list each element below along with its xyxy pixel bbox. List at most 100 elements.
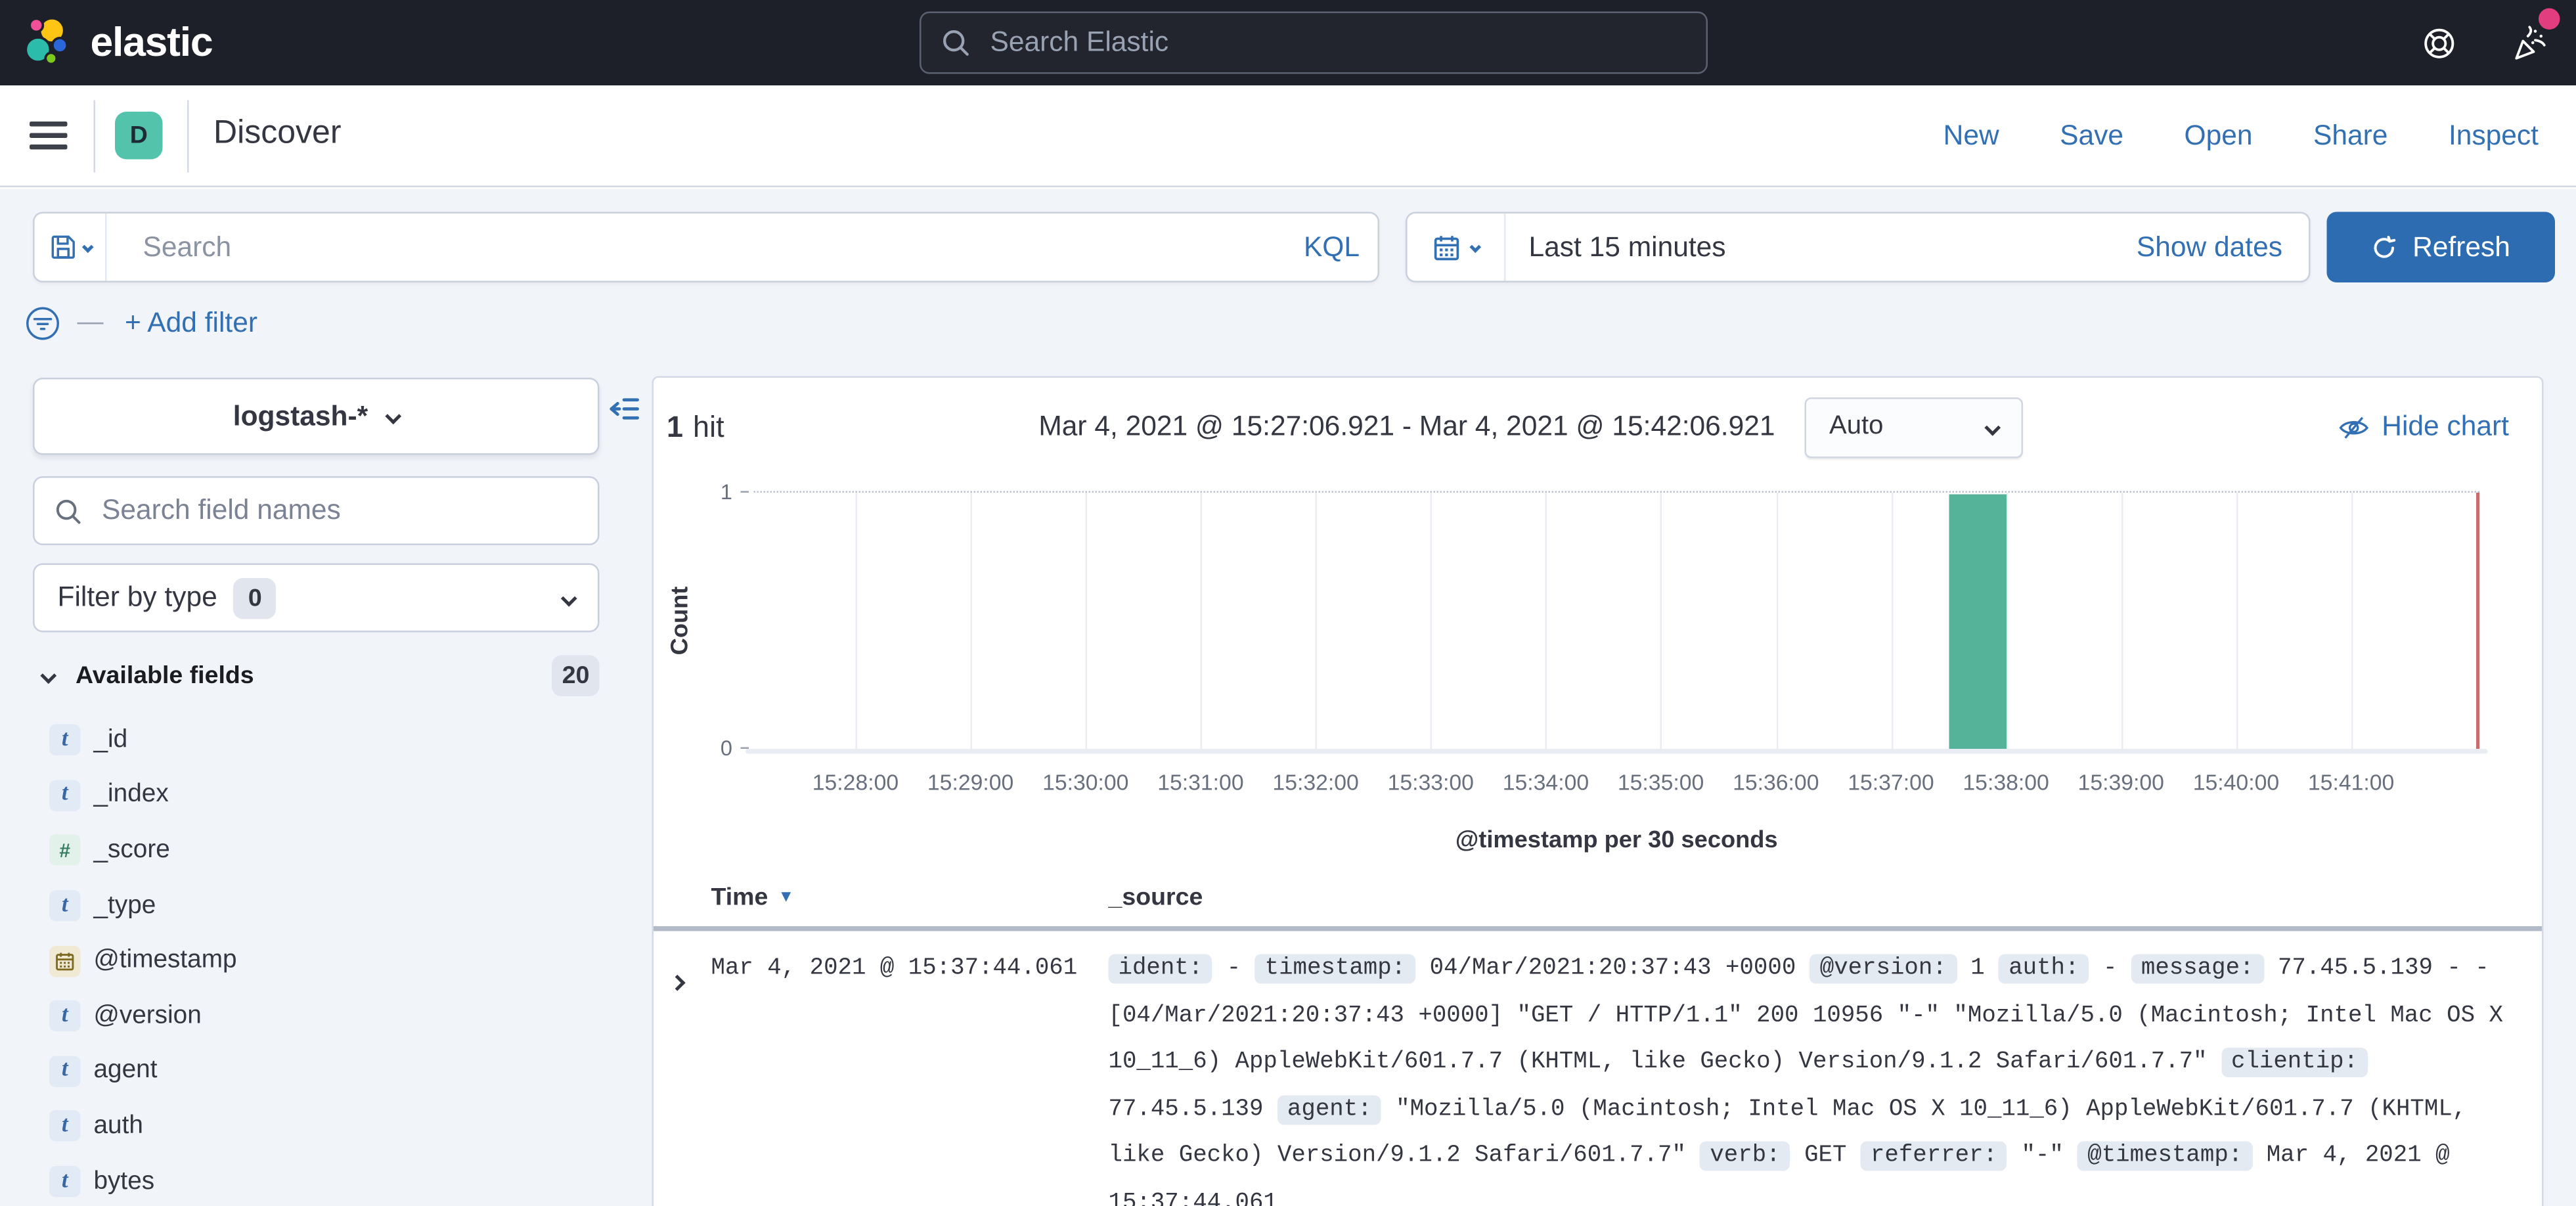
field-search-box[interactable] xyxy=(33,476,600,545)
string-field-icon: t xyxy=(49,1111,81,1142)
source-field-badge: verb: xyxy=(1700,1142,1790,1171)
chevron-down-icon xyxy=(40,667,56,683)
filter-icon[interactable] xyxy=(23,304,62,344)
collapse-sidebar-button[interactable] xyxy=(606,391,642,427)
chevron-down-icon xyxy=(1984,419,2001,436)
inspect-button[interactable]: Inspect xyxy=(2449,119,2539,152)
open-button[interactable]: Open xyxy=(2185,119,2253,152)
chevron-down-icon xyxy=(561,590,577,606)
field-name: @version xyxy=(94,1001,202,1031)
document-row[interactable]: Mar 4, 2021 @ 15:37:44.061 ident: - time… xyxy=(654,936,2542,1206)
global-search-box[interactable] xyxy=(920,12,1708,74)
refresh-button[interactable]: Refresh xyxy=(2327,212,2556,283)
source-field-badge: message: xyxy=(2131,954,2264,984)
field-name: _type xyxy=(94,891,156,920)
date-field-icon xyxy=(49,945,81,977)
gridline xyxy=(1891,493,1893,749)
column-header-time[interactable]: Time ▼ xyxy=(711,883,795,912)
available-fields-header[interactable]: Available fields 20 xyxy=(43,657,619,693)
x-axis-labels: 15:28:0015:29:0015:30:0015:31:0015:32:00… xyxy=(654,770,2542,797)
field-item-@timestamp[interactable]: @timestamp xyxy=(0,933,650,989)
field-item-_type[interactable]: t_type xyxy=(0,878,650,933)
field-item-_score[interactable]: #_score xyxy=(0,823,650,878)
add-filter-button[interactable]: + Add filter xyxy=(125,307,257,340)
saved-query-menu-button[interactable] xyxy=(35,213,107,281)
field-list: t_idt_index#_scoret_type@timestampt@vers… xyxy=(0,713,650,1206)
save-button[interactable]: Save xyxy=(2060,119,2123,152)
divider xyxy=(94,100,96,173)
query-bar: KQL Last 15 minutes Show xyxy=(0,189,2576,376)
histogram-bar[interactable] xyxy=(1949,495,2007,749)
kql-search-input[interactable] xyxy=(107,229,1286,265)
elastic-logo-icon xyxy=(20,15,76,71)
page-title: Discover xyxy=(213,115,341,153)
index-pattern-name: logstash-* xyxy=(233,400,368,433)
show-dates-button[interactable]: Show dates xyxy=(2137,213,2309,281)
discover-app-badge[interactable]: D xyxy=(115,112,163,160)
source-field-badge: agent: xyxy=(1277,1095,1382,1125)
elastic-logo[interactable]: elastic xyxy=(20,15,212,71)
share-button[interactable]: Share xyxy=(2313,119,2387,152)
gridline xyxy=(1431,493,1432,749)
source-field-badge: clientip: xyxy=(2221,1048,2368,1077)
filter-by-type-dropdown[interactable]: Filter by type 0 xyxy=(33,564,600,633)
document-source-cell: ident: - timestamp: 04/Mar/2021:20:37:43… xyxy=(1109,946,2529,1206)
source-field-badge: referrer: xyxy=(1861,1142,2007,1171)
results-panel: 1hit Mar 4, 2021 @ 15:27:06.921 - Mar 4,… xyxy=(652,376,2544,1206)
menu-button[interactable] xyxy=(30,122,68,150)
field-name: bytes xyxy=(94,1167,155,1196)
global-search-input[interactable] xyxy=(987,25,1687,61)
gridline xyxy=(1201,493,1203,749)
save-query-icon xyxy=(49,233,77,261)
field-item-agent[interactable]: tagent xyxy=(0,1044,650,1099)
field-item-_id[interactable]: t_id xyxy=(0,713,650,768)
field-name: _index xyxy=(94,780,169,810)
collapse-sidebar-icon xyxy=(606,391,642,427)
field-item-_index[interactable]: t _index xyxy=(0,768,650,823)
plot-area[interactable] xyxy=(754,491,2480,749)
string-field-icon: t xyxy=(49,780,81,811)
source-field-badge: @version: xyxy=(1810,954,1957,984)
brand-name: elastic xyxy=(91,19,213,67)
new-button[interactable]: New xyxy=(1943,119,1999,152)
field-search-input[interactable] xyxy=(99,493,578,529)
expand-row-button[interactable] xyxy=(672,961,692,981)
chevron-down-icon xyxy=(386,408,402,424)
gridline xyxy=(971,493,973,749)
string-field-icon: t xyxy=(49,1056,81,1087)
date-quick-select-button[interactable] xyxy=(1408,213,1506,281)
field-item-@version[interactable]: t@version xyxy=(0,989,650,1044)
string-field-icon: t xyxy=(49,1166,81,1197)
field-name: auth xyxy=(94,1111,143,1141)
index-pattern-switcher[interactable]: logstash-* xyxy=(33,378,600,455)
gridline xyxy=(1661,493,1663,749)
global-header: elastic xyxy=(0,0,2576,85)
field-item-auth[interactable]: tauth xyxy=(0,1099,650,1154)
interval-select[interactable]: Auto xyxy=(1805,397,2024,458)
help-icon xyxy=(2420,24,2458,62)
eye-closed-icon xyxy=(2338,411,2369,443)
gridline xyxy=(2006,493,2008,749)
discover-content: logstash-* Filter by type 0 xyxy=(0,376,2576,1206)
time-range-button[interactable]: Last 15 minutes xyxy=(1506,213,2137,281)
filter-divider: — xyxy=(78,309,104,338)
y-axis-tick: 1 xyxy=(696,480,732,504)
type-filter-count-badge: 0 xyxy=(234,577,277,619)
sort-descending-icon[interactable]: ▼ xyxy=(778,889,794,907)
column-header-source[interactable]: _source xyxy=(1109,883,1203,912)
y-axis-tick: 0 xyxy=(696,736,732,761)
field-name: agent xyxy=(94,1056,158,1086)
whats-new-button[interactable] xyxy=(2511,23,2550,62)
query-language-button[interactable]: KQL xyxy=(1286,213,1378,281)
field-name: @timestamp xyxy=(94,946,237,975)
hide-chart-button[interactable]: Hide chart xyxy=(2338,411,2509,443)
x-axis-tick: 15:41:00 xyxy=(2277,770,2425,795)
refresh-icon xyxy=(2372,234,2398,260)
notification-badge xyxy=(2539,9,2560,30)
gridline xyxy=(1776,493,1778,749)
help-button[interactable] xyxy=(2419,23,2458,62)
chevron-down-icon xyxy=(81,241,93,253)
field-item-bytes[interactable]: tbytes xyxy=(0,1154,650,1206)
field-sidebar: logstash-* Filter by type 0 xyxy=(0,376,652,1206)
chevron-right-icon xyxy=(669,975,686,991)
